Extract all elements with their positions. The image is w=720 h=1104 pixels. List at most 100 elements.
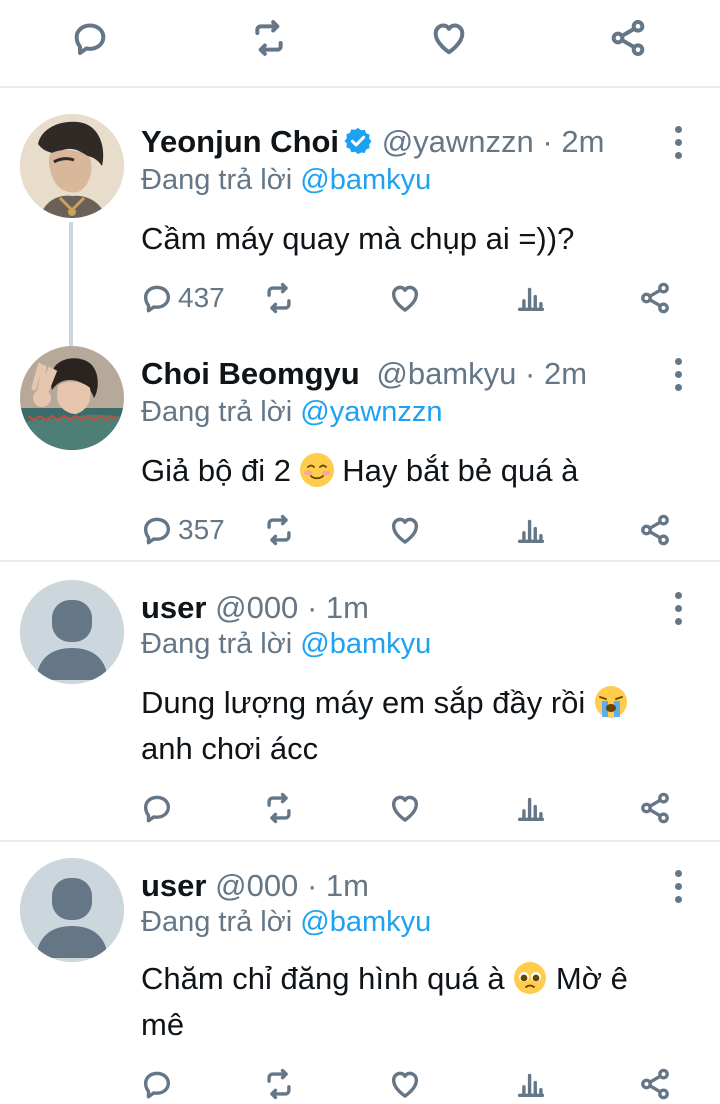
handle[interactable]: @000 xyxy=(215,590,298,625)
tweet-text: Cầm máy quay mà chụp ai =))? xyxy=(141,221,575,256)
tweet-text-line: anh chơi ácc xyxy=(141,731,319,766)
pleading-face-emoji-icon xyxy=(513,961,547,995)
mention-link[interactable]: @bamkyu xyxy=(300,906,431,938)
display-name[interactable]: user xyxy=(141,590,206,625)
handle[interactable]: @yawnzzn xyxy=(382,124,534,159)
default-avatar-icon[interactable] xyxy=(20,580,124,684)
like-icon xyxy=(391,517,419,544)
reply-button[interactable] xyxy=(140,1064,178,1104)
retweet-button[interactable] xyxy=(262,278,296,318)
analytics-button[interactable] xyxy=(514,510,548,550)
share-icon xyxy=(641,514,669,546)
tweet-beomgyu: Choi Beomgyu @bamkyu · 2m Đang trả lời @… xyxy=(0,346,720,562)
analytics-icon xyxy=(517,519,545,544)
tweet-text-line: mê xyxy=(141,1007,185,1042)
retweet-icon xyxy=(267,282,291,314)
replying-prefix: Đang trả lời xyxy=(141,628,293,660)
like-button[interactable] xyxy=(388,788,422,828)
display-name[interactable]: user xyxy=(141,868,206,903)
timestamp[interactable]: 2m xyxy=(561,124,604,159)
timestamp[interactable]: 1m xyxy=(326,868,369,903)
more-options-icon[interactable] xyxy=(672,592,686,626)
verified-badge-icon xyxy=(343,124,373,155)
retweet-icon xyxy=(267,1068,291,1100)
like-button[interactable] xyxy=(388,510,422,550)
replying-to: Đang trả lời @yawnzzn xyxy=(141,392,443,432)
mention-link[interactable]: @bamkyu xyxy=(300,628,431,660)
tweet-action-bar xyxy=(0,1064,720,1104)
handle[interactable]: @000 xyxy=(215,868,298,903)
smiling-face-emoji-icon xyxy=(299,453,334,487)
retweet-icon xyxy=(267,514,291,546)
display-name[interactable]: Yeonjun Choi xyxy=(141,124,339,159)
reply-icon xyxy=(143,795,171,823)
like-icon xyxy=(391,1071,419,1098)
tweet-action-bar: 357 xyxy=(0,510,720,550)
tweet-user-1: user @000 · 1m Đang trả lời @bamkyu Dung… xyxy=(0,562,720,842)
tweet-text-line: Dung lượng máy em sắp đầy rồi xyxy=(141,685,586,720)
like-button[interactable] xyxy=(388,278,422,318)
share-button[interactable] xyxy=(638,788,672,828)
replying-to: Đang trả lời @bamkyu xyxy=(141,160,431,200)
tweet-text-part: Giả bộ đi 2 xyxy=(141,453,291,488)
separator-dot: · xyxy=(306,868,318,903)
parent-tweet-action-bar xyxy=(0,0,720,88)
tweet-header: Choi Beomgyu @bamkyu · 2m xyxy=(141,352,650,396)
timestamp[interactable]: 1m xyxy=(326,590,369,625)
retweet-button[interactable] xyxy=(262,510,296,550)
analytics-icon xyxy=(517,797,545,822)
default-avatar-icon[interactable] xyxy=(20,858,124,962)
share-icon xyxy=(641,792,669,824)
analytics-button[interactable] xyxy=(514,788,548,828)
share-button[interactable] xyxy=(638,278,672,318)
tweet-action-bar xyxy=(0,788,720,828)
analytics-icon xyxy=(517,1073,545,1098)
tweet-text: Chăm chỉ đăng hình quá à Mờ ê mê xyxy=(141,956,681,1048)
analytics-icon xyxy=(517,287,545,312)
more-options-icon[interactable] xyxy=(672,358,686,392)
analytics-button[interactable] xyxy=(514,1064,548,1104)
separator-dot: · xyxy=(542,124,553,159)
separator-dot: · xyxy=(306,590,318,625)
share-button[interactable] xyxy=(638,510,672,550)
reply-count: 437 xyxy=(178,282,225,313)
tweet-text-part: Mờ ê xyxy=(555,961,628,996)
like-icon[interactable] xyxy=(429,18,469,58)
tweet-header: Yeonjun Choi @yawnzzn · 2m xyxy=(141,120,650,164)
tweet-yeonjun: Yeonjun Choi @yawnzzn · 2m Đang trả lời … xyxy=(0,88,720,346)
replying-to: Đang trả lời @bamkyu xyxy=(141,902,431,942)
retweet-button[interactable] xyxy=(262,1064,296,1104)
tweet-text-part: Chăm chỉ đăng hình quá à xyxy=(141,961,505,996)
replying-to: Đang trả lời @bamkyu xyxy=(141,624,431,664)
timestamp[interactable]: 2m xyxy=(544,356,587,391)
avatar[interactable] xyxy=(20,346,124,450)
share-icon xyxy=(641,1068,669,1100)
more-options-icon[interactable] xyxy=(672,126,686,160)
reply-button[interactable]: 357 xyxy=(140,510,225,550)
retweet-icon xyxy=(267,792,291,824)
reply-button[interactable] xyxy=(140,788,178,828)
mention-link[interactable]: @bamkyu xyxy=(300,164,431,196)
handle[interactable]: @bamkyu xyxy=(376,356,516,391)
reply-button[interactable]: 437 xyxy=(140,278,225,318)
like-icon xyxy=(391,285,419,312)
share-button[interactable] xyxy=(638,1064,672,1104)
analytics-button[interactable] xyxy=(514,278,548,318)
tweet-text-part: Hay bắt bẻ quá à xyxy=(342,453,579,488)
avatar[interactable] xyxy=(20,114,124,218)
more-options-icon[interactable] xyxy=(672,870,686,904)
reply-icon xyxy=(143,285,171,313)
retweet-icon[interactable] xyxy=(249,18,289,58)
share-icon xyxy=(641,282,669,314)
reply-icon xyxy=(143,1071,171,1099)
tweet-text: Dung lượng máy em sắp đầy rồi anh chơi á… xyxy=(141,680,681,772)
like-button[interactable] xyxy=(388,1064,422,1104)
replying-prefix: Đang trả lời xyxy=(141,164,293,196)
retweet-button[interactable] xyxy=(262,788,296,828)
reply-icon[interactable] xyxy=(70,18,110,58)
tweet-action-bar: 437 xyxy=(0,278,720,318)
mention-link[interactable]: @yawnzzn xyxy=(300,396,442,428)
tweet-text: Giả bộ đi 2 Hay bắt bẻ quá à xyxy=(141,448,681,494)
share-icon[interactable] xyxy=(608,18,648,58)
display-name[interactable]: Choi Beomgyu xyxy=(141,356,360,391)
